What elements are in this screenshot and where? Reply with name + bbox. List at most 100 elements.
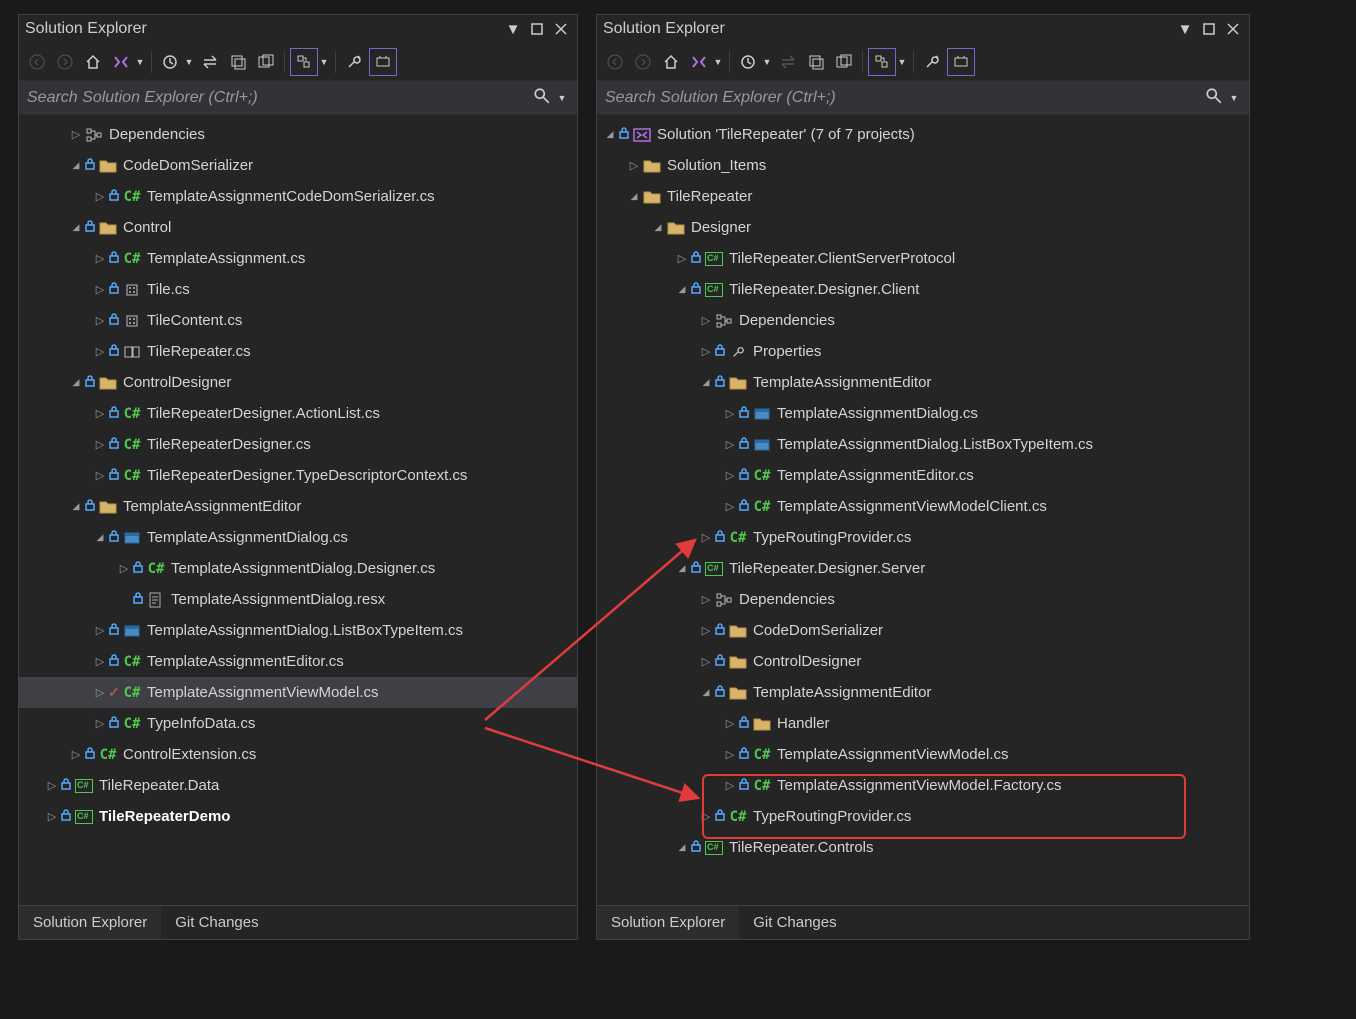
chevron-right-icon[interactable]: ▷ bbox=[723, 779, 737, 792]
tree-item[interactable]: ▷Tile.cs bbox=[19, 274, 577, 305]
chevron-right-icon[interactable]: ▷ bbox=[93, 469, 107, 482]
tree-item[interactable]: ◢TemplateAssignmentDialog.cs bbox=[19, 522, 577, 553]
chevron-right-icon[interactable]: ▷ bbox=[69, 748, 83, 761]
tree-item[interactable]: ◢TileRepeater.Designer.Server bbox=[597, 553, 1249, 584]
chevron-right-icon[interactable]: ▷ bbox=[723, 748, 737, 761]
tree-item[interactable]: ▷Properties bbox=[597, 336, 1249, 367]
chevron-right-icon[interactable]: ▷ bbox=[93, 686, 107, 699]
chevron-down-icon[interactable]: ▼ bbox=[557, 93, 567, 103]
maximize-icon[interactable] bbox=[1199, 19, 1219, 39]
chevron-right-icon[interactable]: ▷ bbox=[93, 345, 107, 358]
chevron-right-icon[interactable]: ▷ bbox=[699, 624, 713, 637]
tab-git-changes[interactable]: Git Changes bbox=[161, 906, 272, 939]
tree-item[interactable]: ▷CodeDomSerializer bbox=[597, 615, 1249, 646]
tree-item[interactable]: ▷C#TemplateAssignmentViewModelClient.cs bbox=[597, 491, 1249, 522]
tree-item[interactable]: ▷✓C#TemplateAssignmentViewModel.cs bbox=[19, 677, 577, 708]
tree-item[interactable]: ▷C#TemplateAssignmentDialog.Designer.cs bbox=[19, 553, 577, 584]
preview-icon[interactable] bbox=[947, 48, 975, 76]
close-icon[interactable] bbox=[551, 19, 571, 39]
chevron-right-icon[interactable]: ▷ bbox=[699, 531, 713, 544]
close-icon[interactable] bbox=[1223, 19, 1243, 39]
chevron-right-icon[interactable]: ▷ bbox=[45, 779, 59, 792]
chevron-right-icon[interactable]: ▷ bbox=[723, 438, 737, 451]
tree-item[interactable]: ◢TileRepeater bbox=[597, 181, 1249, 212]
tree-item[interactable]: ▷C#TypeRoutingProvider.cs bbox=[597, 801, 1249, 832]
chevron-right-icon[interactable]: ▷ bbox=[699, 314, 713, 327]
tab-solution-explorer[interactable]: Solution Explorer bbox=[19, 906, 161, 939]
tree-item[interactable]: ▷C#TemplateAssignment.cs bbox=[19, 243, 577, 274]
dropdown-icon[interactable]: ▼ bbox=[1175, 19, 1195, 39]
chevron-right-icon[interactable]: ▷ bbox=[699, 810, 713, 823]
chevron-right-icon[interactable]: ▷ bbox=[723, 500, 737, 513]
tree-item[interactable]: ▷C#TileRepeaterDesigner.TypeDescriptorCo… bbox=[19, 460, 577, 491]
tree-item[interactable]: ◢Control bbox=[19, 212, 577, 243]
tree-item[interactable]: ▷C#TemplateAssignmentEditor.cs bbox=[19, 646, 577, 677]
chevron-down-icon[interactable]: ▼ bbox=[897, 57, 907, 67]
search-input[interactable] bbox=[27, 89, 533, 107]
chevron-down-icon[interactable]: ▼ bbox=[1229, 93, 1239, 103]
back-icon[interactable] bbox=[602, 49, 628, 75]
tab-git-changes[interactable]: Git Changes bbox=[739, 906, 850, 939]
chevron-right-icon[interactable]: ▷ bbox=[627, 159, 641, 172]
chevron-down-icon[interactable]: ◢ bbox=[699, 377, 713, 388]
home-icon[interactable] bbox=[658, 49, 684, 75]
chevron-down-icon[interactable]: ◢ bbox=[627, 191, 641, 202]
tree-item[interactable]: ▷C#TemplateAssignmentViewModel.cs bbox=[597, 739, 1249, 770]
chevron-right-icon[interactable]: ▷ bbox=[45, 810, 59, 823]
chevron-down-icon[interactable]: ◢ bbox=[675, 284, 689, 295]
tree-item[interactable]: ▷TileRepeater.cs bbox=[19, 336, 577, 367]
search-icon[interactable] bbox=[533, 87, 551, 109]
search-input[interactable] bbox=[605, 89, 1205, 107]
chevron-down-icon[interactable]: ▼ bbox=[319, 57, 329, 67]
collapse-all-icon[interactable] bbox=[253, 49, 279, 75]
maximize-icon[interactable] bbox=[527, 19, 547, 39]
properties-icon[interactable] bbox=[341, 49, 367, 75]
chevron-down-icon[interactable]: ◢ bbox=[603, 129, 617, 140]
tree-item[interactable]: ◢Designer bbox=[597, 212, 1249, 243]
forward-icon[interactable] bbox=[630, 49, 656, 75]
tree-item[interactable]: ◢TemplateAssignmentEditor bbox=[19, 491, 577, 522]
tree-item[interactable]: ◢TemplateAssignmentEditor bbox=[597, 677, 1249, 708]
chevron-down-icon[interactable]: ▼ bbox=[135, 57, 145, 67]
tree-item[interactable]: ▷C#TileRepeaterDesigner.ActionList.cs bbox=[19, 398, 577, 429]
tree-item[interactable]: ◢Solution 'TileRepeater' (7 of 7 project… bbox=[597, 119, 1249, 150]
tree-item[interactable]: ▷C#TemplateAssignmentCodeDomSerializer.c… bbox=[19, 181, 577, 212]
chevron-right-icon[interactable]: ▷ bbox=[93, 190, 107, 203]
show-all-icon[interactable] bbox=[225, 49, 251, 75]
chevron-down-icon[interactable]: ▼ bbox=[762, 57, 772, 67]
home-icon[interactable] bbox=[80, 49, 106, 75]
tree-item[interactable]: ▷C#TypeRoutingProvider.cs bbox=[597, 522, 1249, 553]
tree-item[interactable]: ◢TileRepeater.Controls bbox=[597, 832, 1249, 863]
switch-views-icon[interactable] bbox=[108, 49, 134, 75]
tree-item[interactable]: ▷C#ControlExtension.cs bbox=[19, 739, 577, 770]
chevron-right-icon[interactable]: ▷ bbox=[699, 345, 713, 358]
chevron-right-icon[interactable]: ▷ bbox=[93, 283, 107, 296]
tree-item[interactable]: ▷TemplateAssignmentDialog.ListBoxTypeIte… bbox=[19, 615, 577, 646]
chevron-right-icon[interactable]: ▷ bbox=[723, 717, 737, 730]
chevron-down-icon[interactable]: ▼ bbox=[184, 57, 194, 67]
tree-item[interactable]: ▷TileRepeater.ClientServerProtocol bbox=[597, 243, 1249, 274]
forward-icon[interactable] bbox=[52, 49, 78, 75]
properties-icon[interactable] bbox=[919, 49, 945, 75]
chevron-right-icon[interactable]: ▷ bbox=[723, 407, 737, 420]
tree-item[interactable]: ▷Dependencies bbox=[597, 305, 1249, 336]
tree-item[interactable]: ◢ControlDesigner bbox=[19, 367, 577, 398]
tree-item[interactable]: TemplateAssignmentDialog.resx bbox=[19, 584, 577, 615]
tree-item[interactable]: ▷TileContent.cs bbox=[19, 305, 577, 336]
tree-item[interactable]: ▷TileRepeater.Data bbox=[19, 770, 577, 801]
chevron-down-icon[interactable]: ◢ bbox=[651, 222, 665, 233]
track-active-icon[interactable] bbox=[290, 48, 318, 76]
tree-item[interactable]: ▷Dependencies bbox=[597, 584, 1249, 615]
chevron-right-icon[interactable]: ▷ bbox=[723, 469, 737, 482]
chevron-down-icon[interactable]: ◢ bbox=[69, 377, 83, 388]
tree-item[interactable]: ▷Handler bbox=[597, 708, 1249, 739]
chevron-right-icon[interactable]: ▷ bbox=[699, 655, 713, 668]
chevron-down-icon[interactable]: ◢ bbox=[675, 563, 689, 574]
chevron-right-icon[interactable]: ▷ bbox=[699, 593, 713, 606]
tree-view[interactable]: ◢Solution 'TileRepeater' (7 of 7 project… bbox=[597, 115, 1249, 905]
pending-changes-icon[interactable] bbox=[157, 49, 183, 75]
chevron-right-icon[interactable]: ▷ bbox=[93, 624, 107, 637]
chevron-down-icon[interactable]: ◢ bbox=[93, 532, 107, 543]
search-icon[interactable] bbox=[1205, 87, 1223, 109]
switch-views-icon[interactable] bbox=[686, 49, 712, 75]
